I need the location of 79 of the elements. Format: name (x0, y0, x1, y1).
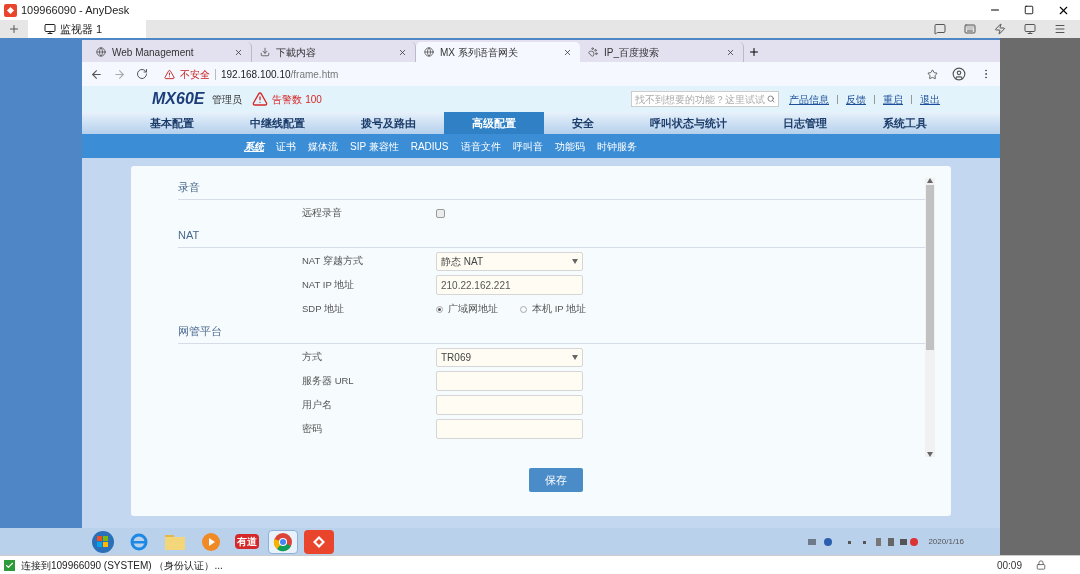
text-field[interactable] (436, 419, 583, 439)
nav-tab[interactable]: 日志管理 (755, 112, 855, 134)
close-icon[interactable] (398, 47, 407, 57)
nav-tab[interactable]: 呼叫状态与统计 (622, 112, 755, 134)
forward-button[interactable] (113, 67, 126, 81)
user-role: 管理员 (212, 92, 243, 107)
address-bar[interactable]: 不安全 192.168.100.10/frame.htm (164, 66, 339, 82)
chat-icon[interactable] (934, 23, 946, 35)
close-icon[interactable] (726, 47, 735, 57)
header-link[interactable]: 重启 (883, 91, 903, 107)
nav-tab[interactable]: 安全 (544, 112, 622, 134)
session-tab[interactable]: 监视器 1 (28, 20, 146, 38)
connected-check-icon (4, 559, 15, 571)
keyboard-icon[interactable] (964, 23, 976, 35)
header-link[interactable]: 反馈 (846, 91, 866, 107)
alarm-count[interactable]: 告警数 100 (272, 91, 322, 107)
section-title: 网管平台 (178, 323, 222, 339)
close-icon[interactable] (234, 47, 243, 57)
maximize-icon (1024, 5, 1034, 15)
plus-icon (8, 23, 20, 35)
field-label: 密码 (302, 421, 323, 436)
field-label: 方式 (302, 349, 323, 364)
checkbox[interactable] (436, 208, 445, 218)
dropdown-arrow-icon (572, 354, 578, 360)
anydesk-logo-icon (4, 3, 17, 17)
lock-icon (1036, 560, 1046, 570)
globe-icon (96, 47, 106, 57)
section-title: NAT (178, 227, 200, 243)
header-link[interactable]: 退出 (920, 91, 940, 107)
section-title: 录音 (178, 179, 200, 195)
plus-icon (748, 46, 760, 58)
nav-tab[interactable]: 中继线配置 (222, 112, 333, 134)
download-icon (260, 47, 270, 57)
globe-icon (424, 47, 434, 57)
monitor-icon[interactable] (1024, 23, 1036, 35)
bookmark-star-icon[interactable] (927, 68, 938, 80)
text-field[interactable] (436, 371, 583, 391)
connection-status: 连接到109966090 (SYSTEM) （身份认证）... (21, 558, 223, 573)
field-label: SDP 地址 (302, 301, 345, 316)
tray-icons[interactable] (808, 536, 919, 547)
scroll-up-icon (927, 178, 933, 183)
nav-tab[interactable]: 高级配置 (444, 112, 544, 134)
dropdown[interactable]: TR069 (436, 347, 583, 367)
field-label: 远程录音 (302, 205, 343, 220)
chrome-icon[interactable] (268, 529, 298, 554)
dropdown[interactable]: 静态 NAT (436, 251, 583, 271)
radio-option[interactable]: 本机 IP 地址 (520, 301, 587, 317)
save-button[interactable]: 保存 (529, 468, 583, 492)
nav-tab[interactable]: 拨号及路由 (333, 112, 444, 134)
back-button[interactable] (90, 67, 103, 81)
clock-date[interactable]: 2020/1/16 (928, 535, 964, 548)
search-icon[interactable] (767, 95, 775, 103)
scroll-down-icon (927, 452, 933, 457)
window-title: 109966090 - AnyDesk (21, 2, 130, 18)
dropdown-arrow-icon (572, 258, 578, 264)
field-label: 用户名 (302, 397, 333, 412)
warning-icon (164, 68, 175, 80)
text-field[interactable] (436, 395, 583, 415)
profile-icon[interactable] (952, 67, 966, 81)
warning-icon (252, 91, 269, 107)
scrollbar[interactable] (925, 178, 935, 457)
close-icon[interactable] (563, 47, 572, 57)
lightning-icon[interactable] (994, 23, 1006, 35)
monitor-icon (44, 23, 56, 35)
menu-icon[interactable] (1054, 23, 1066, 35)
reload-button[interactable] (136, 68, 148, 80)
nav-tab[interactable]: 系统工具 (855, 112, 955, 134)
radio-option[interactable]: 广域网地址 (436, 301, 498, 317)
brand-logo: MX60E (152, 89, 205, 109)
anydesk-icon[interactable] (304, 529, 334, 554)
paw-icon (588, 47, 598, 57)
browser-tab[interactable]: MX 系列语音网关 (416, 42, 580, 62)
field-label: NAT 穿越方式 (302, 253, 364, 268)
text-field[interactable]: 210.22.162.221 (436, 275, 583, 295)
field-label: NAT IP 地址 (302, 277, 356, 292)
session-timer: 00:09 (996, 558, 1022, 573)
field-label: 服务器 URL (302, 373, 355, 388)
header-link[interactable]: 产品信息 (789, 91, 829, 107)
nav-tab[interactable]: 基本配置 (122, 112, 222, 134)
